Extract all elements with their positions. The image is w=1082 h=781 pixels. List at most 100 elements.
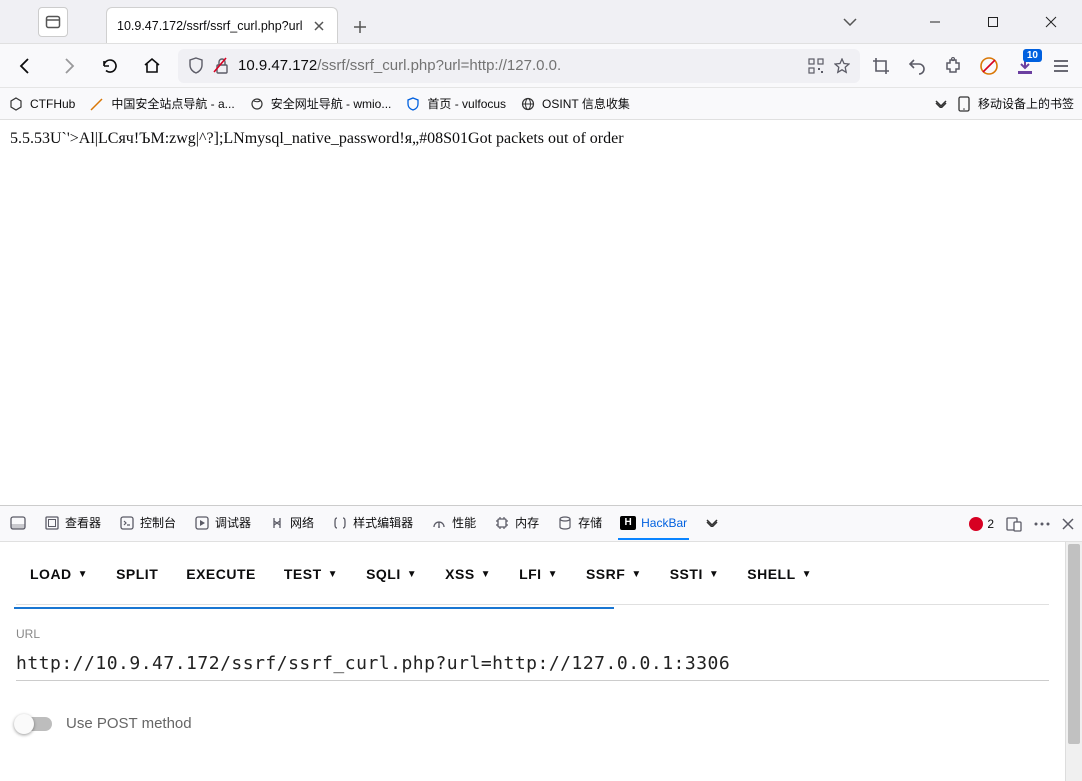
- hackbar-actions: LOAD▼ SPLIT EXECUTE TEST▼ SQLI▼ XSS▼ LFI…: [16, 550, 1049, 604]
- crop-icon[interactable]: [870, 55, 892, 77]
- devtools-menu-button[interactable]: [1034, 522, 1050, 526]
- close-icon: [314, 21, 324, 31]
- forward-icon: [59, 57, 77, 75]
- responsive-mode-button[interactable]: [1006, 516, 1022, 532]
- download-icon[interactable]: 10: [1014, 55, 1036, 77]
- maximize-icon: [987, 16, 999, 28]
- tab-network[interactable]: 网络: [267, 506, 316, 541]
- plus-icon: [353, 20, 367, 34]
- qr-icon[interactable]: [806, 56, 826, 76]
- home-button[interactable]: [136, 50, 168, 82]
- hb-sqli-button[interactable]: SQLI▼: [352, 558, 431, 590]
- undo-icon[interactable]: [906, 55, 928, 77]
- tab-performance[interactable]: 性能: [429, 506, 478, 541]
- tab-style[interactable]: 样式编辑器: [330, 506, 415, 541]
- bookmark-osint[interactable]: OSINT 信息收集: [520, 95, 630, 112]
- forward-button[interactable]: [52, 50, 84, 82]
- devtools-panel: 查看器 控制台 调试器 网络 样式编辑器 性能 内存 存储 HHackBar 2…: [0, 505, 1082, 781]
- url-bar[interactable]: 10.9.47.172/ssrf/ssrf_curl.php?url=http:…: [178, 49, 860, 83]
- bookmark-label: OSINT 信息收集: [542, 95, 630, 112]
- hb-shell-button[interactable]: SHELL▼: [733, 558, 826, 590]
- hb-ssrf-button[interactable]: SSRF▼: [572, 558, 656, 590]
- bookmarks-bar: CTFHub 中国安全站点导航 - a... 安全网址导航 - wmio... …: [0, 88, 1082, 120]
- shield-icon[interactable]: [186, 56, 206, 76]
- close-tab-button[interactable]: [311, 18, 327, 34]
- dock-side-button[interactable]: [8, 507, 28, 541]
- window-titlebar: 10.9.47.172/ssrf/ssrf_curl.php?url: [0, 0, 1082, 44]
- cube-icon: [8, 96, 24, 112]
- browser-tab[interactable]: 10.9.47.172/ssrf/ssrf_curl.php?url: [106, 7, 338, 43]
- minimize-icon: [929, 16, 941, 28]
- bookmark-label: 中国安全站点导航 - a...: [111, 95, 234, 112]
- hb-load-button[interactable]: LOAD▼: [16, 558, 102, 590]
- tab-pre-area: [0, 7, 106, 37]
- insecure-icon[interactable]: [212, 56, 232, 76]
- menu-button[interactable]: [1050, 55, 1072, 77]
- hb-post-row: Use POST method: [16, 715, 1049, 732]
- download-badge: 10: [1023, 49, 1042, 62]
- bookmark-vulfocus[interactable]: 首页 - vulfocus: [405, 95, 506, 112]
- url-text: 10.9.47.172/ssrf/ssrf_curl.php?url=http:…: [238, 57, 800, 74]
- noscript-icon[interactable]: [978, 55, 1000, 77]
- back-button[interactable]: [10, 50, 42, 82]
- devtools-right: 2: [969, 516, 1074, 532]
- home-icon: [143, 57, 161, 75]
- extensions-icon[interactable]: [942, 55, 964, 77]
- hb-lfi-button[interactable]: LFI▼: [505, 558, 572, 590]
- recent-tabs-button[interactable]: [38, 7, 68, 37]
- devtools-scrollbar[interactable]: [1065, 542, 1082, 781]
- bookmark-cn-security[interactable]: 中国安全站点导航 - a...: [89, 95, 234, 112]
- shield-blue-icon: [405, 96, 421, 112]
- bookmarks-overflow[interactable]: [934, 100, 948, 108]
- tab-hackbar[interactable]: HHackBar: [618, 508, 689, 540]
- hb-url-input[interactable]: [16, 647, 1049, 681]
- hb-ssti-button[interactable]: SSTI▼: [656, 558, 734, 590]
- bookmark-label: CTFHub: [30, 97, 75, 111]
- chevron-down-icon: [843, 18, 857, 26]
- tab-inspector[interactable]: 查看器: [42, 506, 103, 541]
- hb-post-label: Use POST method: [66, 715, 192, 732]
- tab-storage[interactable]: 存储: [555, 506, 604, 541]
- mobile-bookmarks[interactable]: 移动设备上的书签: [956, 95, 1074, 112]
- maximize-button[interactable]: [970, 6, 1016, 38]
- hb-post-toggle[interactable]: [16, 717, 52, 731]
- error-dot-icon: [969, 517, 983, 531]
- globe-icon: [520, 96, 536, 112]
- new-tab-button[interactable]: [344, 11, 376, 43]
- site-icon: [249, 96, 265, 112]
- bookmark-star-icon[interactable]: [832, 56, 852, 76]
- tab-debugger[interactable]: 调试器: [192, 506, 253, 541]
- close-window-button[interactable]: [1028, 6, 1074, 38]
- hackbar-panel: LOAD▼ SPLIT EXECUTE TEST▼ SQLI▼ XSS▼ LFI…: [0, 542, 1065, 781]
- tabs-overflow[interactable]: [703, 511, 721, 537]
- close-icon: [1045, 16, 1057, 28]
- reload-button[interactable]: [94, 50, 126, 82]
- hb-xss-button[interactable]: XSS▼: [431, 558, 505, 590]
- devtools-tabs: 查看器 控制台 调试器 网络 样式编辑器 性能 内存 存储 HHackBar 2: [0, 506, 1082, 542]
- bookmark-ctfhub[interactable]: CTFHub: [8, 96, 75, 112]
- bookmark-wmio[interactable]: 安全网址导航 - wmio...: [249, 95, 392, 112]
- hb-test-button[interactable]: TEST▼: [270, 558, 352, 590]
- error-indicator[interactable]: 2: [969, 517, 994, 531]
- hb-url-label: URL: [16, 627, 1049, 641]
- hb-split-button[interactable]: SPLIT: [102, 558, 172, 590]
- tab-strip: 10.9.47.172/ssrf/ssrf_curl.php?url: [106, 0, 836, 43]
- minimize-button[interactable]: [912, 6, 958, 38]
- hb-execute-button[interactable]: EXECUTE: [172, 558, 270, 590]
- tab-title: 10.9.47.172/ssrf/ssrf_curl.php?url: [117, 19, 303, 33]
- bookmark-label: 首页 - vulfocus: [427, 95, 506, 112]
- tab-console[interactable]: 控制台: [117, 506, 178, 541]
- response-text: 5.5.53U`'>Al|LCяч!ЪM:zwg|^?];LNmysql_nat…: [10, 130, 624, 147]
- mobile-bookmarks-label: 移动设备上的书签: [978, 95, 1074, 112]
- nav-toolbar: 10.9.47.172/ssrf/ssrf_curl.php?url=http:…: [0, 44, 1082, 88]
- sword-icon: [89, 96, 105, 112]
- titlebar-right: [836, 6, 1082, 38]
- window-icon: [45, 14, 61, 30]
- back-icon: [17, 57, 35, 75]
- devtools-close-button[interactable]: [1062, 518, 1074, 530]
- toolbar-right: 10: [870, 55, 1072, 77]
- phone-icon: [956, 96, 972, 112]
- tab-list-button[interactable]: [836, 8, 864, 36]
- bookmark-label: 安全网址导航 - wmio...: [271, 95, 392, 112]
- tab-memory[interactable]: 内存: [492, 506, 541, 541]
